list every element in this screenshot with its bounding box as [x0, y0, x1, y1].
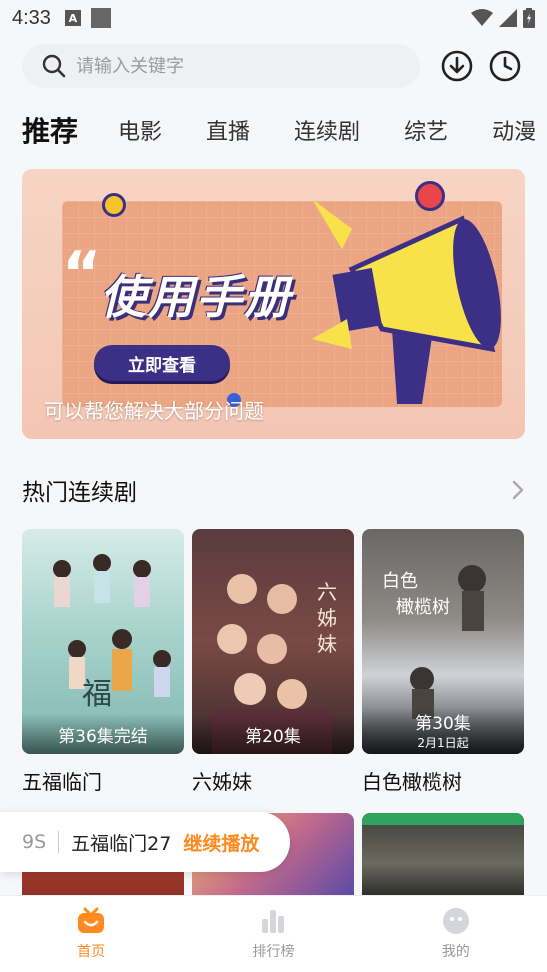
release-date: 2月1日起 [417, 736, 469, 750]
notification-square-icon [90, 8, 111, 28]
profile-icon [442, 908, 469, 934]
svg-text:橄榄树: 橄榄树 [396, 597, 450, 618]
episode-badge-text: 第30集 [415, 714, 471, 734]
tab-anime[interactable]: 动漫 [492, 114, 536, 146]
megaphone-icon [312, 199, 501, 404]
svg-text:六: 六 [317, 580, 337, 604]
status-icons [471, 8, 535, 28]
section-title: 热门连续剧 [22, 480, 137, 506]
search-row [22, 44, 527, 88]
tab-variety[interactable]: 综艺 [404, 114, 448, 146]
tab-recommend[interactable]: 推荐 [22, 110, 78, 150]
nav-ranking[interactable]: 排行榜 [213, 907, 333, 961]
svg-text:妹: 妹 [317, 632, 337, 656]
series-cards: 福 第36集完结 五福临门 六 姊 妹 第20集 六姊妹 白色 橄榄树 第30集… [22, 529, 525, 795]
tab-series[interactable]: 连续剧 [294, 114, 360, 146]
search-input[interactable] [76, 55, 376, 77]
poster-tag [362, 813, 524, 825]
battery-icon [523, 8, 535, 28]
svg-text:姊: 姊 [317, 606, 337, 630]
bottom-nav: 首页 排行榜 我的 [0, 895, 547, 972]
banner-subtitle: 可以帮您解决大部分问题 [44, 399, 264, 423]
card-title[interactable]: 五福临门 [22, 766, 184, 795]
download-icon [441, 50, 473, 82]
clock-icon [489, 50, 521, 82]
banner-view-button[interactable]: 立即查看 [94, 345, 230, 381]
search-icon [42, 54, 66, 78]
poster-image[interactable]: 白色 橄榄树 第30集 2月1日起 [362, 529, 524, 754]
poster-image[interactable]: 六 姊 妹 第20集 [192, 529, 354, 754]
episode-badge: 第30集 2月1日起 [362, 708, 524, 754]
series-card[interactable]: 白色 橄榄树 第30集 2月1日起 白色橄榄树 [362, 529, 524, 795]
series-card[interactable]: 六 姊 妹 第20集 六姊妹 [192, 529, 354, 795]
status-time: 4:33 [12, 6, 51, 29]
episode-badge: 第20集 [192, 714, 354, 754]
download-button[interactable] [440, 49, 474, 83]
poster-image[interactable] [362, 813, 524, 897]
chart-icon [262, 910, 285, 933]
card-title[interactable]: 六姊妹 [192, 766, 354, 795]
continue-prefix: 9S [22, 831, 47, 853]
nav-label: 排行榜 [252, 944, 295, 960]
status-bar: 4:33 A [0, 0, 547, 36]
series-card[interactable]: 福 第36集完结 五福临门 [22, 529, 184, 795]
continue-watching-bar[interactable]: 9S 五福临门27 继续播放 [0, 812, 290, 872]
quote-icon: “ [62, 239, 102, 309]
nav-home[interactable]: 首页 [31, 907, 151, 961]
continue-title: 五福临门27 [71, 832, 172, 855]
poster-image[interactable]: 福 第36集完结 [22, 529, 184, 754]
nav-label: 我的 [441, 944, 470, 960]
category-tabs: 推荐 电影 直播 连续剧 综艺 动漫 [0, 108, 547, 152]
signal-icon [499, 9, 517, 27]
tab-live[interactable]: 直播 [206, 114, 250, 146]
search-box[interactable] [22, 44, 420, 88]
svg-text:白色: 白色 [382, 571, 418, 592]
svg-text:福: 福 [82, 677, 112, 712]
continue-play-button[interactable]: 继续播放 [183, 829, 259, 856]
home-icon [78, 907, 105, 933]
chevron-right-icon[interactable] [511, 479, 525, 501]
section-header[interactable]: 热门连续剧 [22, 470, 525, 510]
episode-badge: 第36集完结 [22, 714, 184, 754]
divider [58, 831, 60, 853]
history-button[interactable] [488, 49, 522, 83]
banner-title: 使用手册 [100, 270, 292, 324]
banner-dot-yellow [102, 193, 126, 217]
nav-label: 首页 [77, 944, 106, 960]
nav-profile[interactable]: 我的 [396, 907, 516, 961]
tab-movie[interactable]: 电影 [118, 114, 162, 146]
card-title[interactable]: 白色橄榄树 [362, 766, 524, 795]
wifi-icon [471, 9, 493, 26]
notification-icon: A [64, 10, 81, 26]
banner[interactable]: “ 使用手册 立即查看 可以帮您解决大部分问题 [22, 169, 525, 439]
